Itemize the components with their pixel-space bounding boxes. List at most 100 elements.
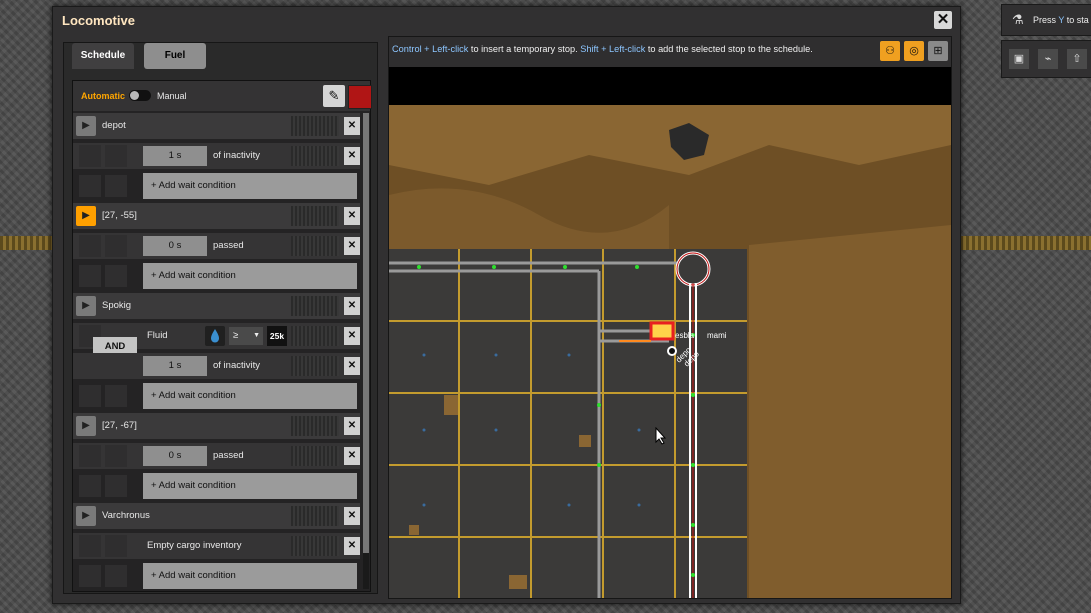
empty-slot <box>79 175 101 197</box>
color-picker-icon[interactable]: ✎ <box>323 85 345 107</box>
remove-icon[interactable]: ✕ <box>344 237 360 255</box>
stop-name: [27, -67] <box>102 420 137 431</box>
manual-label[interactable]: Manual <box>157 91 187 101</box>
quickbar-panel: ▣ ⌁ ⇧ <box>1001 40 1091 78</box>
condition-row: 0 s passed ✕ <box>73 443 360 469</box>
add-wait-condition-button[interactable]: + Add wait condition <box>143 263 357 289</box>
condition-text[interactable]: of inactivity <box>213 360 260 371</box>
play-icon[interactable]: ▶ <box>76 116 96 136</box>
add-wait-condition-button[interactable]: + Add wait condition <box>143 383 357 409</box>
empty-slot <box>105 565 127 587</box>
empty-slot <box>79 265 101 287</box>
remove-icon[interactable]: ✕ <box>344 207 360 225</box>
drag-handle[interactable] <box>291 206 339 226</box>
condition-value[interactable]: 0 s <box>143 236 207 256</box>
locomotive-view-icon[interactable]: ⚇ <box>880 41 900 61</box>
empty-slot <box>105 535 127 557</box>
belt-right <box>960 236 1091 250</box>
stop-row[interactable]: ▶ depot ✕ <box>73 113 360 139</box>
remove-icon[interactable]: ✕ <box>344 357 360 375</box>
remove-icon[interactable]: ✕ <box>344 117 360 135</box>
remove-icon[interactable]: ✕ <box>344 417 360 435</box>
empty-slot <box>105 445 127 467</box>
map-canvas[interactable] <box>389 105 951 598</box>
automatic-label[interactable]: Automatic <box>81 91 125 101</box>
remove-icon[interactable]: ✕ <box>344 297 360 315</box>
play-icon[interactable]: ▶ <box>76 206 96 226</box>
tab-fuel[interactable]: Fuel <box>144 43 206 69</box>
remove-icon[interactable]: ✕ <box>344 147 360 165</box>
flask-icon: ⚗ <box>1012 12 1024 27</box>
remove-icon[interactable]: ✕ <box>344 447 360 465</box>
drag-handle[interactable] <box>291 356 339 376</box>
stop-row[interactable]: ▶ [27, -55] ✕ <box>73 203 360 229</box>
station-label: mami <box>707 331 727 340</box>
condition-text[interactable]: of inactivity <box>213 150 260 161</box>
add-wait-condition-button[interactable]: + Add wait condition <box>143 563 357 589</box>
empty-slot <box>105 475 127 497</box>
condition-value[interactable]: 1 s <box>143 146 207 166</box>
research-hint-panel[interactable]: ⚗ Press Y to sta <box>1001 4 1091 36</box>
drag-handle[interactable] <box>291 146 339 166</box>
drag-handle[interactable] <box>291 296 339 316</box>
empty-slot <box>105 235 127 257</box>
mouse-cursor-icon <box>655 427 667 445</box>
empty-slot <box>105 385 127 407</box>
drag-handle[interactable] <box>291 236 339 256</box>
condition-text[interactable]: passed <box>213 240 244 251</box>
tool-icon[interactable]: ⇧ <box>1067 49 1087 69</box>
stop-row[interactable]: ▶ Varchronus ✕ <box>73 503 360 529</box>
mode-toggle[interactable] <box>129 90 151 101</box>
stop-name: [27, -55] <box>102 210 137 221</box>
empty-slot <box>79 565 101 587</box>
empty-slot <box>79 145 101 167</box>
remove-icon[interactable]: ✕ <box>344 537 360 555</box>
map-icon[interactable]: ⊞ <box>928 41 948 61</box>
empty-slot <box>79 445 101 467</box>
drag-handle[interactable] <box>291 506 339 526</box>
add-condition-row: + Add wait condition <box>73 563 360 589</box>
empty-slot <box>79 475 101 497</box>
condition-row: 1 s of inactivity ✕ <box>73 143 360 169</box>
add-wait-condition-button[interactable]: + Add wait condition <box>143 173 357 199</box>
stop-row[interactable]: ▶ Spokig ✕ <box>73 293 360 319</box>
empty-slot <box>105 265 127 287</box>
station-label: esbla <box>675 331 695 340</box>
mode-row: Automatic Manual ✎ <box>73 81 372 111</box>
tab-schedule[interactable]: Schedule <box>72 43 134 69</box>
stop-row[interactable]: ▶ [27, -67] ✕ <box>73 413 360 439</box>
schedule-panel: Schedule Fuel Automatic Manual ✎ ▶ depot… <box>63 42 378 594</box>
stop-name: Spokig <box>102 300 132 311</box>
add-condition-row: + Add wait condition <box>73 383 360 409</box>
stats-icon[interactable]: ⌁ <box>1038 49 1058 69</box>
empty-slot <box>79 385 101 407</box>
drag-handle[interactable] <box>291 116 339 136</box>
center-view-icon[interactable]: ◎ <box>904 41 924 61</box>
condition-value[interactable]: 0 s <box>143 446 207 466</box>
stop-name: Varchronus <box>102 510 150 521</box>
train-color-swatch[interactable] <box>348 85 372 109</box>
play-icon[interactable]: ▶ <box>76 296 96 316</box>
empty-slot <box>79 235 101 257</box>
play-icon[interactable]: ▶ <box>76 506 96 526</box>
condition-text[interactable]: passed <box>213 450 244 461</box>
scrollbar-thumb[interactable] <box>363 113 369 553</box>
remove-icon[interactable]: ✕ <box>344 507 360 525</box>
empty-slot <box>105 145 127 167</box>
map-hint: Control + Left-click to insert a tempora… <box>392 44 813 54</box>
condition-value[interactable]: 1 s <box>143 356 207 376</box>
add-wait-condition-button[interactable]: + Add wait condition <box>143 473 357 499</box>
play-icon[interactable]: ▶ <box>76 416 96 436</box>
add-condition-row: + Add wait condition <box>73 473 360 499</box>
condition-text[interactable]: Empty cargo inventory <box>147 540 242 551</box>
minimap[interactable]: depo depo esbla mami <box>389 105 951 598</box>
drag-handle[interactable] <box>291 446 339 466</box>
empty-slot <box>105 175 127 197</box>
drag-handle[interactable] <box>291 536 339 556</box>
drag-handle[interactable] <box>291 416 339 436</box>
condition-row: 0 s passed ✕ <box>73 233 360 259</box>
map-view-icon[interactable]: ▣ <box>1009 49 1029 69</box>
close-icon[interactable]: ✕ <box>934 11 952 29</box>
map-panel: Control + Left-click to insert a tempora… <box>388 36 952 599</box>
belt-left <box>0 236 52 250</box>
